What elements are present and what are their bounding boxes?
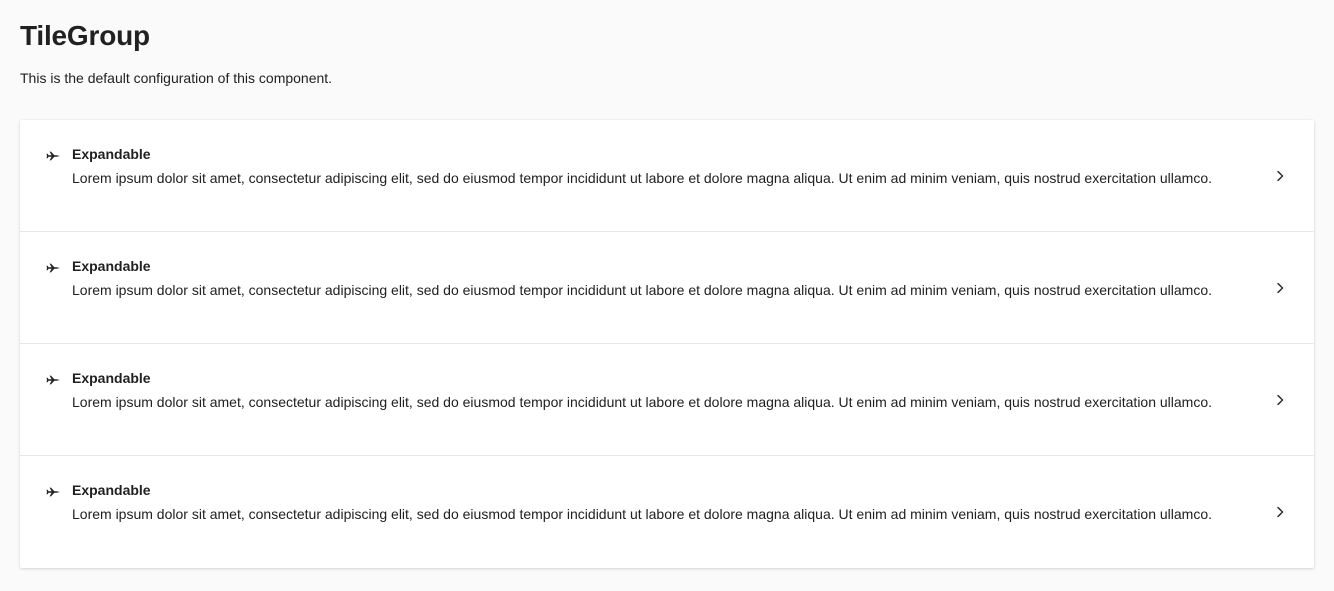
- tile-description: Lorem ipsum dolor sit amet, consectetur …: [72, 394, 1213, 410]
- page: TileGroup This is the default configurat…: [0, 0, 1334, 591]
- tile-description: Lorem ipsum dolor sit amet, consectetur …: [72, 506, 1213, 522]
- tile-content: Expandable Lorem ipsum dolor sit amet, c…: [72, 256, 1254, 300]
- tile-content: Expandable Lorem ipsum dolor sit amet, c…: [72, 368, 1254, 412]
- tile-group: Expandable Lorem ipsum dolor sit amet, c…: [20, 120, 1314, 568]
- chevron-right-icon[interactable]: [1272, 168, 1288, 184]
- tile-content: Expandable Lorem ipsum dolor sit amet, c…: [72, 480, 1254, 524]
- chevron-right-icon[interactable]: [1272, 280, 1288, 296]
- expandable-tile[interactable]: Expandable Lorem ipsum dolor sit amet, c…: [20, 120, 1314, 232]
- chevron-right-icon[interactable]: [1272, 392, 1288, 408]
- tile-title: Expandable: [72, 482, 151, 498]
- chevron-right-icon[interactable]: [1272, 504, 1288, 520]
- page-description: This is the default configuration of thi…: [20, 70, 333, 86]
- tile-title: Expandable: [72, 258, 151, 274]
- tile-content: Expandable Lorem ipsum dolor sit amet, c…: [72, 144, 1254, 188]
- airplane-icon: [46, 263, 60, 273]
- tile-title: Expandable: [72, 146, 151, 162]
- tile-description: Lorem ipsum dolor sit amet, consectetur …: [72, 170, 1213, 186]
- airplane-icon: [46, 151, 60, 161]
- expandable-tile[interactable]: Expandable Lorem ipsum dolor sit amet, c…: [20, 344, 1314, 456]
- expandable-tile[interactable]: Expandable Lorem ipsum dolor sit amet, c…: [20, 232, 1314, 344]
- tile-title: Expandable: [72, 370, 151, 386]
- expandable-tile[interactable]: Expandable Lorem ipsum dolor sit amet, c…: [20, 456, 1314, 568]
- tile-description: Lorem ipsum dolor sit amet, consectetur …: [72, 282, 1213, 298]
- airplane-icon: [46, 487, 60, 497]
- page-title: TileGroup: [20, 20, 150, 51]
- airplane-icon: [46, 375, 60, 385]
